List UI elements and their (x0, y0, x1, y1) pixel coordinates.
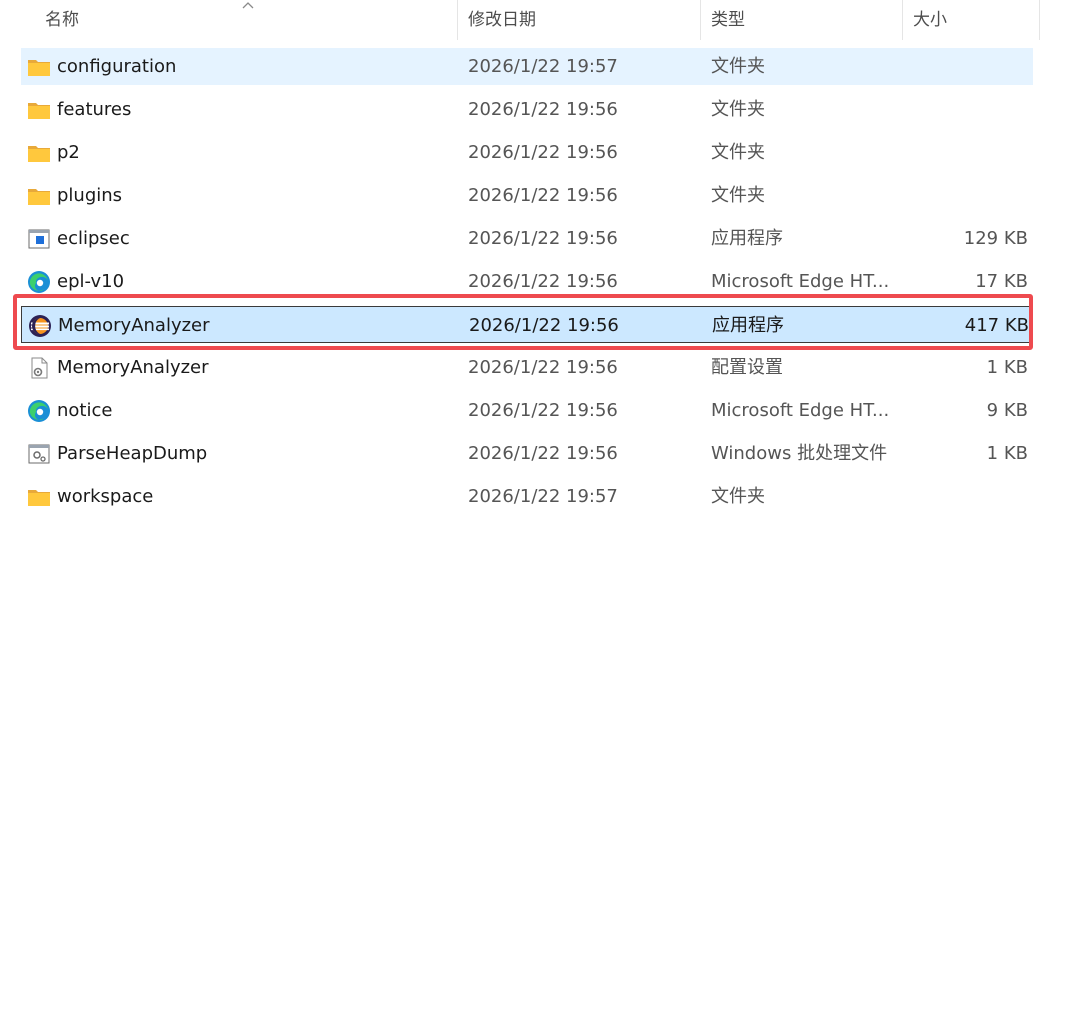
file-date: 2026/1/22 19:56 (469, 315, 619, 336)
file-type: 文件夹 (711, 142, 765, 163)
file-row-selected[interactable]: MemoryAnalyzer 2026/1/22 19:56 应用程序 417 … (21, 306, 1033, 343)
folder-icon (28, 189, 50, 205)
file-row[interactable]: plugins 2026/1/22 19:56 文件夹 (21, 177, 1033, 214)
file-date: 2026/1/22 19:56 (468, 400, 618, 421)
file-name: epl-v10 (57, 271, 125, 292)
file-type: 应用程序 (711, 228, 783, 249)
edge-icon (28, 400, 50, 422)
file-type: Windows 批处理文件 (711, 443, 888, 464)
file-name: ParseHeapDump (57, 443, 208, 464)
file-date: 2026/1/22 19:56 (468, 271, 618, 292)
file-date: 2026/1/22 19:56 (468, 142, 618, 163)
file-size (913, 48, 1028, 85)
file-row[interactable]: ParseHeapDump 2026/1/22 19:56 Windows 批处… (21, 435, 1033, 472)
folder-icon (28, 60, 50, 76)
file-size: 1 KB (986, 443, 1028, 464)
file-date: 2026/1/22 19:56 (468, 357, 618, 378)
file-name: MemoryAnalyzer (57, 357, 209, 378)
file-name: workspace (57, 486, 154, 507)
column-header-name[interactable]: 名称 (37, 0, 458, 40)
file-name: eclipsec (57, 228, 130, 249)
application-icon (28, 229, 50, 249)
file-date: 2026/1/22 19:56 (468, 443, 618, 464)
edge-icon (28, 271, 50, 293)
folder-icon (28, 146, 50, 162)
file-row[interactable]: MemoryAnalyzer 2026/1/22 19:56 配置设置 1 KB (21, 349, 1033, 386)
file-type: Microsoft Edge HT... (711, 271, 890, 292)
file-size: 1 KB (986, 357, 1028, 378)
file-type: 配置设置 (711, 357, 783, 378)
file-size (913, 478, 1028, 515)
column-header: 名称 修改日期 类型 大小 (0, 0, 1040, 40)
column-header-date[interactable]: 修改日期 (460, 0, 701, 40)
folder-icon (28, 490, 50, 506)
file-date: 2026/1/22 19:56 (468, 185, 618, 206)
file-type: 文件夹 (711, 185, 765, 206)
file-row[interactable]: configuration 2026/1/22 19:57 文件夹 (21, 48, 1033, 85)
file-name: p2 (57, 142, 80, 163)
file-size (913, 91, 1028, 128)
file-date: 2026/1/22 19:56 (468, 228, 618, 249)
batch-file-icon (28, 444, 50, 464)
eclipse-icon (29, 315, 51, 337)
column-header-type[interactable]: 类型 (703, 0, 903, 40)
file-type: 文件夹 (711, 486, 765, 507)
file-date: 2026/1/22 19:56 (468, 99, 618, 120)
file-size: 417 KB (964, 315, 1029, 336)
file-size: 17 KB (975, 271, 1028, 292)
file-date: 2026/1/22 19:57 (468, 486, 618, 507)
file-name: notice (57, 400, 113, 421)
file-explorer: 名称 修改日期 类型 大小 configuration 2026/1/22 19… (0, 0, 1070, 1026)
file-size: 9 KB (986, 400, 1028, 421)
file-row[interactable]: features 2026/1/22 19:56 文件夹 (21, 91, 1033, 128)
file-row[interactable]: notice 2026/1/22 19:56 Microsoft Edge HT… (21, 392, 1033, 429)
file-size: 129 KB (963, 228, 1028, 249)
column-header-size[interactable]: 大小 (905, 0, 1040, 40)
file-type: Microsoft Edge HT... (711, 400, 890, 421)
file-row[interactable]: p2 2026/1/22 19:56 文件夹 (21, 134, 1033, 171)
file-name: configuration (57, 56, 177, 77)
file-row[interactable]: workspace 2026/1/22 19:57 文件夹 (21, 478, 1033, 515)
file-date: 2026/1/22 19:57 (468, 56, 618, 77)
file-type: 应用程序 (712, 315, 784, 336)
file-type: 文件夹 (711, 99, 765, 120)
file-name: features (57, 99, 132, 120)
file-row[interactable]: epl-v10 2026/1/22 19:56 Microsoft Edge H… (21, 263, 1033, 300)
file-name: plugins (57, 185, 123, 206)
file-size (913, 134, 1028, 171)
config-file-icon (31, 357, 48, 379)
file-row[interactable]: eclipsec 2026/1/22 19:56 应用程序 129 KB (21, 220, 1033, 257)
file-name: MemoryAnalyzer (58, 315, 210, 336)
file-type: 文件夹 (711, 56, 765, 77)
folder-icon (28, 103, 50, 119)
file-size (913, 177, 1028, 214)
